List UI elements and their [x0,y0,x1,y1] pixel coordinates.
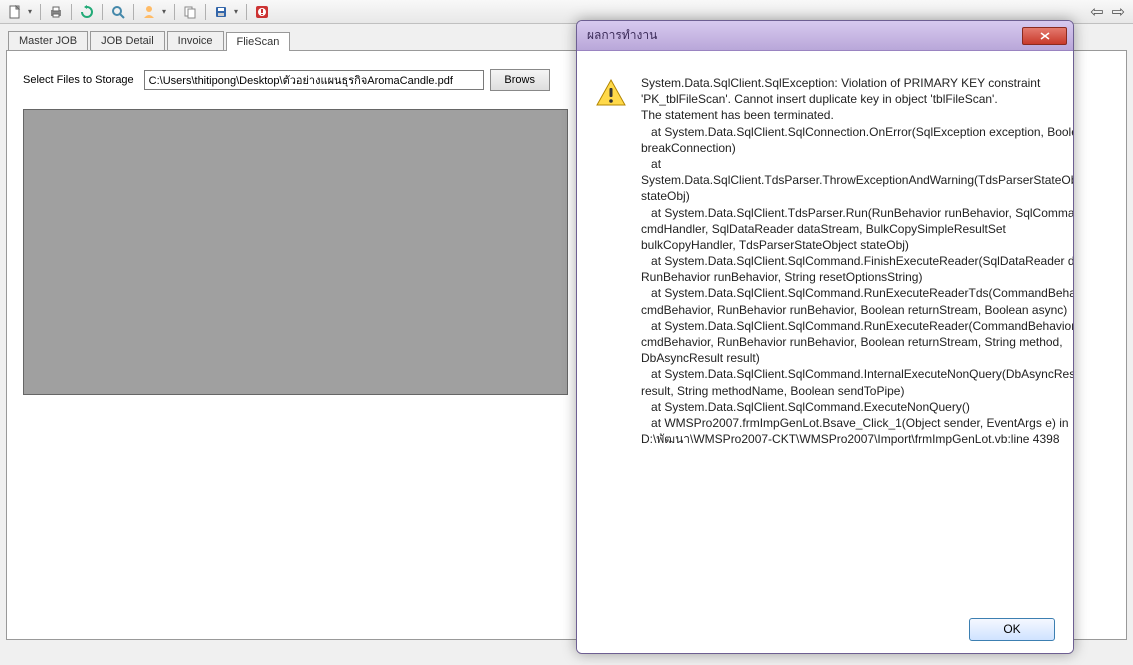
error-dialog: ผลการทำงาน System.Data.SqlClient.SqlExce… [576,20,1074,654]
dialog-body: System.Data.SqlClient.SqlException: Viol… [577,51,1073,605]
tab-invoice[interactable]: Invoice [167,31,224,50]
file-path-input[interactable] [144,70,484,90]
print-button[interactable] [45,2,67,22]
dialog-message: System.Data.SqlClient.SqlException: Viol… [641,75,1074,595]
dialog-titlebar[interactable]: ผลการทำงาน [577,21,1073,51]
nav-arrows: ⇦ ⇨ [1088,2,1127,22]
refresh-button[interactable] [76,2,98,22]
user-dropdown[interactable]: ▾ [162,7,170,16]
copy-button[interactable] [179,2,201,22]
file-select-label: Select Files to Storage [23,74,134,86]
dialog-footer: OK [577,605,1073,653]
new-doc-dropdown[interactable]: ▾ [28,7,36,16]
stop-button[interactable] [251,2,273,22]
toolbar-separator [246,4,247,20]
save-dropdown[interactable]: ▾ [234,7,242,16]
save-button[interactable] [210,2,232,22]
nav-next-icon[interactable]: ⇨ [1110,2,1127,22]
toolbar-separator [174,4,175,20]
dialog-title-text: ผลการทำงาน [583,26,1022,45]
dialog-ok-button[interactable]: OK [969,618,1055,641]
close-icon [1040,32,1050,40]
tab-master-job[interactable]: Master JOB [8,31,88,50]
warning-icon [595,77,627,595]
browse-button[interactable]: Brows [490,69,550,91]
tab-job-detail[interactable]: JOB Detail [90,31,165,50]
toolbar-separator [102,4,103,20]
new-doc-button[interactable] [4,2,26,22]
user-button[interactable] [138,2,160,22]
toolbar-separator [133,4,134,20]
dialog-close-button[interactable] [1022,27,1067,45]
toolbar-separator [71,4,72,20]
toolbar-separator [205,4,206,20]
preview-panel [23,109,568,395]
nav-prev-icon[interactable]: ⇦ [1088,2,1105,22]
toolbar-separator [40,4,41,20]
search-button[interactable] [107,2,129,22]
tab-filescan[interactable]: FlieScan [226,32,291,51]
